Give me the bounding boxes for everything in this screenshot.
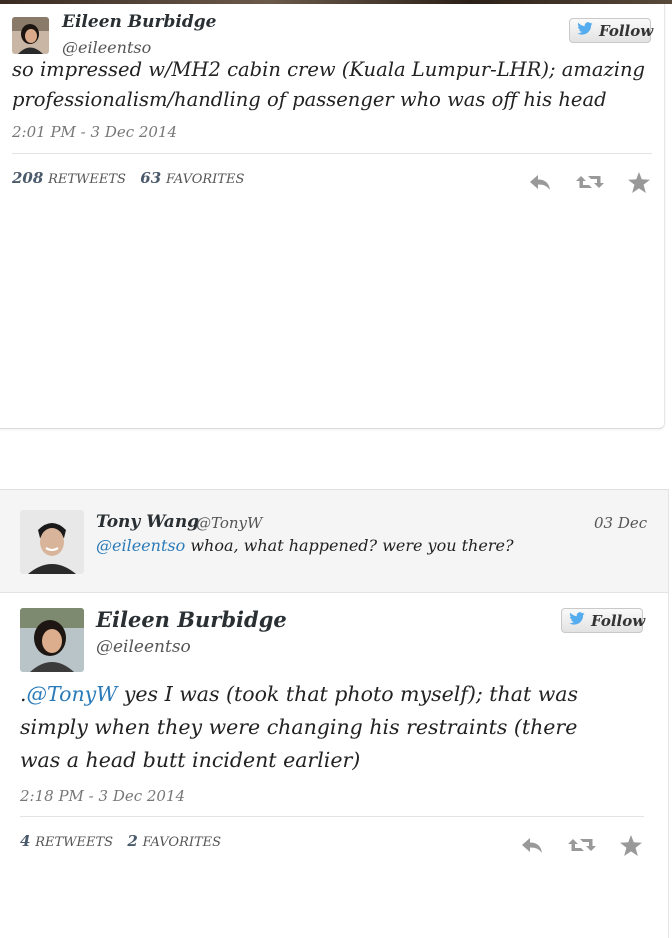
tweet-text-line: simply when they were changing his restr… — [20, 715, 578, 739]
favorite-star-icon[interactable] — [628, 172, 650, 197]
divider — [12, 153, 652, 154]
divider — [20, 816, 644, 817]
tweet-stats: 208 RETWEETS 63 FAVORITES — [12, 169, 244, 187]
reply-icon[interactable] — [520, 835, 544, 859]
follow-label: Follow — [591, 611, 646, 630]
follow-button[interactable]: Follow — [561, 608, 646, 633]
in-reply-to-tweet[interactable]: Tony Wang @TonyW 03 Dec @eileentso whoa,… — [0, 489, 668, 593]
avatar[interactable] — [20, 608, 84, 672]
retweets-label: RETWEETS — [48, 172, 126, 187]
retweet-icon[interactable] — [568, 835, 596, 859]
tweet-text-line: professionalism/handling of passenger wh… — [12, 88, 607, 111]
author-name[interactable]: Eileen Burbidge — [62, 12, 216, 32]
avatar[interactable] — [12, 17, 49, 54]
tweet-stats: 4 RETWEETS 2 FAVORITES — [20, 832, 221, 850]
tweet-card-2: Tony Wang @TonyW 03 Dec @eileentso whoa,… — [0, 489, 669, 938]
spacer — [0, 436, 672, 488]
follow-label: Follow — [599, 21, 654, 40]
tweet-card-1: Eileen Burbidge @eileentso Follow so imp… — [0, 4, 665, 429]
retweets-label: RETWEETS — [35, 835, 114, 850]
reply-date[interactable]: 03 Dec — [594, 514, 647, 532]
tweet-timestamp[interactable]: 2:01 PM - 3 Dec 2014 — [12, 123, 177, 141]
favorites-stat[interactable]: 63 FAVORITES — [140, 169, 244, 187]
avatar[interactable] — [20, 510, 84, 574]
author-handle[interactable]: @TonyW — [196, 514, 262, 532]
favorite-star-icon[interactable] — [620, 835, 642, 860]
tweet-text-body: yes I was (took that photo myself); that… — [123, 682, 578, 706]
retweets-stat[interactable]: 208 RETWEETS — [12, 169, 126, 187]
favorites-count: 63 — [140, 169, 162, 187]
twitter-bird-icon — [576, 21, 594, 40]
retweet-icon[interactable] — [576, 172, 604, 196]
author-name[interactable]: Tony Wang — [96, 512, 199, 532]
follow-button[interactable]: Follow — [569, 18, 654, 43]
author-handle[interactable]: @eileentso — [62, 38, 151, 57]
favorites-label: FAVORITES — [142, 835, 222, 850]
favorites-stat[interactable]: 2 FAVORITES — [127, 832, 221, 850]
tweet-text-line: so impressed w/MH2 cabin crew (Kuala Lum… — [12, 58, 646, 81]
mention-link[interactable]: @eileentso — [96, 536, 185, 555]
retweets-count: 4 — [20, 832, 31, 850]
tweet-text-line: .@TonyW yes I was (took that photo mysel… — [20, 682, 578, 706]
author-handle[interactable]: @eileentso — [96, 637, 191, 657]
twitter-bird-icon — [568, 611, 586, 630]
mention-link[interactable]: @TonyW — [27, 682, 118, 706]
favorites-label: FAVORITES — [165, 172, 245, 187]
tweet-timestamp[interactable]: 2:18 PM - 3 Dec 2014 — [20, 787, 185, 805]
reply-icon[interactable] — [528, 172, 552, 196]
author-name[interactable]: Eileen Burbidge — [96, 607, 287, 632]
retweets-count: 208 — [12, 169, 44, 187]
reply-text-body: whoa, what happened? were you there? — [190, 536, 514, 555]
reply-text: @eileentso whoa, what happened? were you… — [96, 536, 514, 555]
favorites-count: 2 — [127, 832, 138, 850]
tweet-text-line: was a head butt incident earlier) — [20, 748, 361, 772]
retweets-stat[interactable]: 4 RETWEETS — [20, 832, 113, 850]
